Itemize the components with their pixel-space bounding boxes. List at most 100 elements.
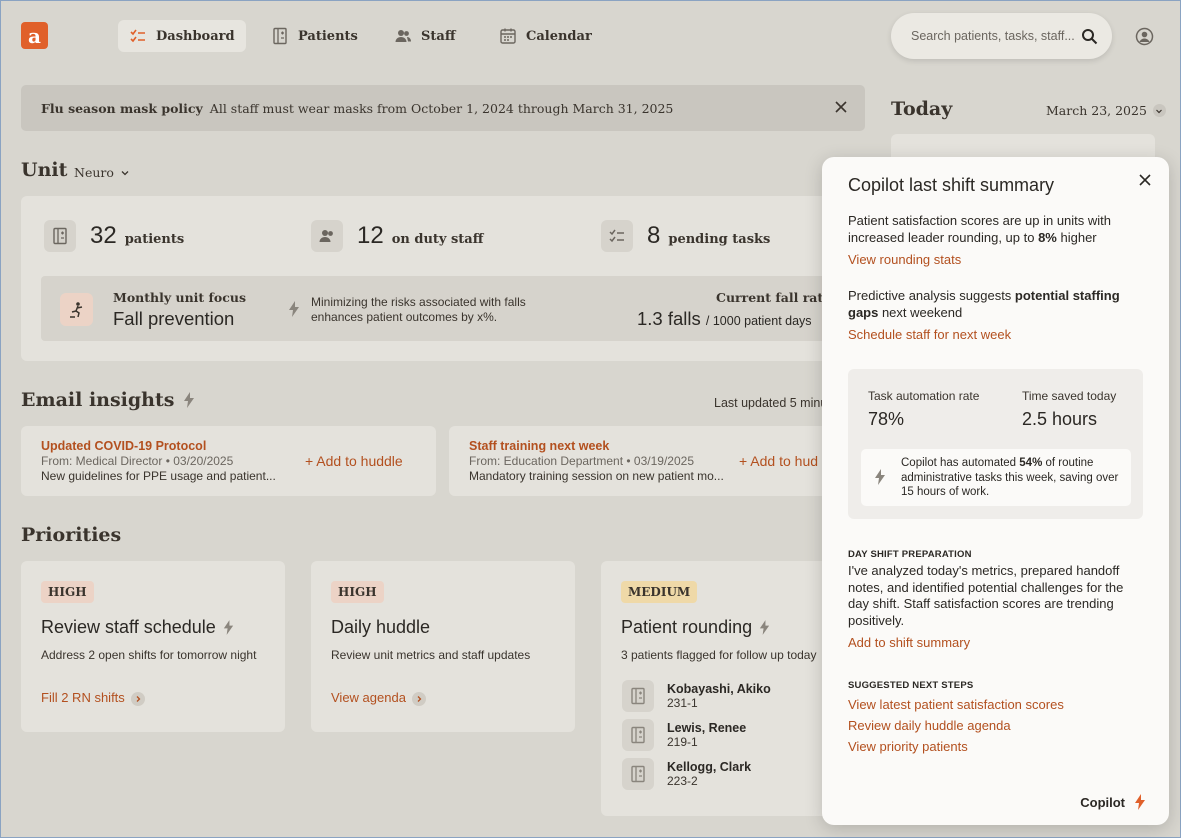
insight-staffing: Predictive analysis suggests potential s… (848, 288, 1143, 321)
stat-staff[interactable]: 12 on duty staff (311, 220, 483, 252)
priority-title: Patient rounding (621, 617, 831, 638)
close-icon[interactable] (833, 99, 849, 115)
people-icon (311, 220, 343, 252)
stat-label: patients (124, 231, 185, 247)
patients-icon (622, 680, 654, 712)
checklist-icon (130, 29, 145, 43)
patient-room: 231-1 (667, 696, 698, 710)
text: next weekend (878, 304, 963, 320)
banner-title: Flu season mask policy (41, 100, 203, 116)
lightning-icon (223, 620, 233, 635)
priority-title: Daily huddle (331, 617, 431, 637)
priority-title: Review staff schedule (41, 617, 265, 638)
patient-room: 219-1 (667, 735, 698, 749)
patient-room: 223-2 (667, 774, 698, 788)
fall-rate-label: Current fall rate (716, 290, 832, 305)
patient-name: Kobayashi, Akiko (667, 682, 771, 696)
date-selector[interactable]: March 23, 2025 (1046, 103, 1166, 118)
next-step-link[interactable]: View priority patients (848, 739, 1143, 754)
automation-metrics-box: Task automation rate 78% Time saved toda… (848, 369, 1143, 519)
last-updated: Last updated 5 minu (714, 396, 828, 410)
add-to-shift-summary-link[interactable]: Add to shift summary (848, 635, 1143, 650)
text-bold: 8% (1038, 229, 1057, 245)
nav-label: Calendar (526, 28, 592, 44)
next-step-link[interactable]: Review daily huddle agenda (848, 718, 1143, 733)
chevron-right-icon (411, 691, 426, 706)
stat-label: pending tasks (668, 231, 771, 247)
patient-name: Kellogg, Clark (667, 760, 752, 774)
view-agenda-link[interactable]: View agenda (331, 690, 555, 706)
schedule-staff-link[interactable]: Schedule staff for next week (848, 327, 1143, 342)
stat-patients[interactable]: 32 patients (44, 220, 184, 252)
metric-label: Time saved today (1022, 389, 1117, 403)
copilot-footer[interactable]: Copilot (1080, 793, 1147, 811)
stat-number: 12 (357, 222, 384, 249)
copilot-summary-panel: Copilot last shift summary Patient satis… (822, 157, 1169, 825)
chevron-down-icon (1152, 104, 1166, 117)
search-icon (1082, 28, 1098, 44)
priority-card[interactable]: HIGH Review staff schedule Address 2 ope… (21, 561, 285, 732)
text-bold: 54% (1019, 457, 1043, 469)
lightning-icon (184, 392, 195, 408)
lightning-icon (759, 620, 770, 635)
focus-title: Fall prevention (113, 308, 235, 329)
nav-label: Staff (421, 28, 456, 44)
priority-title-text: Review staff schedule (41, 617, 216, 637)
add-to-huddle-button[interactable]: + Add to huddle (305, 453, 403, 469)
stat-label: on duty staff (391, 231, 484, 247)
patients-icon (622, 758, 654, 790)
view-rounding-stats-link[interactable]: View rounding stats (848, 252, 1143, 267)
metric-value: 78% (868, 409, 905, 429)
focus-caption: Monthly unit focus (113, 290, 246, 305)
nav-dashboard[interactable]: Dashboard (118, 20, 246, 52)
link-text: Fill 2 RN shifts (41, 690, 125, 705)
text: Predictive analysis suggests (848, 288, 1015, 303)
nav-staff[interactable]: Staff (383, 20, 467, 52)
nav-calendar[interactable]: Calendar (488, 20, 603, 52)
calendar-icon (500, 28, 516, 44)
patient-row[interactable]: Lewis, Renee 219-1 (622, 719, 746, 751)
email-body: New guidelines for PPE usage and patient… (41, 469, 276, 483)
stat-number: 32 (90, 222, 117, 249)
metric-label: Task automation rate (868, 389, 980, 403)
focus-description: Minimizing the risks associated with fal… (311, 295, 526, 324)
insight-satisfaction: Patient satisfaction scores are up in un… (848, 213, 1143, 246)
add-to-huddle-button[interactable]: + Add to hud (739, 453, 818, 469)
app-logo[interactable]: a (21, 22, 48, 49)
fall-rate-unit: 1000 patient days (712, 314, 812, 328)
email-title: Updated COVID-19 Protocol (41, 439, 207, 453)
nav-patients[interactable]: Patients (260, 20, 369, 52)
patient-row[interactable]: Kobayashi, Akiko 231-1 (622, 680, 771, 712)
search-input[interactable]: Search patients, tasks, staff... (891, 13, 1112, 59)
next-step-link[interactable]: View latest patient satisfaction scores (848, 697, 1143, 712)
copilot-label: Copilot (1080, 794, 1125, 810)
patients-icon (273, 27, 287, 45)
lightning-icon (875, 469, 885, 485)
priority-badge: HIGH (41, 581, 94, 603)
user-avatar-icon[interactable] (1135, 27, 1154, 46)
email-heading-text: Email insights (21, 389, 175, 411)
close-icon[interactable] (1138, 173, 1152, 187)
patients-icon (622, 719, 654, 751)
priorities-heading: Priorities (21, 524, 122, 546)
priority-desc: 3 patients flagged for follow up today (621, 648, 817, 662)
prep-caption: DAY SHIFT PREPARATION (848, 549, 972, 560)
patient-row[interactable]: Kellogg, Clark 223-2 (622, 758, 751, 790)
email-card[interactable]: Updated COVID-19 Protocol From: Medical … (21, 426, 436, 496)
priority-badge: MEDIUM (621, 581, 698, 603)
fall-rate-value: 1.3 falls (637, 308, 701, 329)
priority-title-text: Patient rounding (621, 617, 753, 637)
priority-badge: HIGH (331, 581, 384, 603)
priority-card[interactable]: HIGH Daily huddle Review unit metrics an… (311, 561, 575, 732)
link-text: View agenda (331, 690, 406, 705)
stat-tasks[interactable]: 8 pending tasks (601, 220, 770, 252)
email-card[interactable]: Staff training next week From: Education… (449, 426, 841, 496)
email-title: Staff training next week (469, 439, 610, 453)
checklist-icon (601, 220, 633, 252)
today-heading: Today (891, 98, 953, 120)
fill-shifts-link[interactable]: Fill 2 RN shifts (41, 690, 265, 706)
text: Copilot has automated (901, 457, 1020, 469)
unit-selector[interactable]: Neuro (74, 165, 130, 180)
copilot-title: Copilot last shift summary (848, 175, 1055, 195)
patients-icon (44, 220, 76, 252)
